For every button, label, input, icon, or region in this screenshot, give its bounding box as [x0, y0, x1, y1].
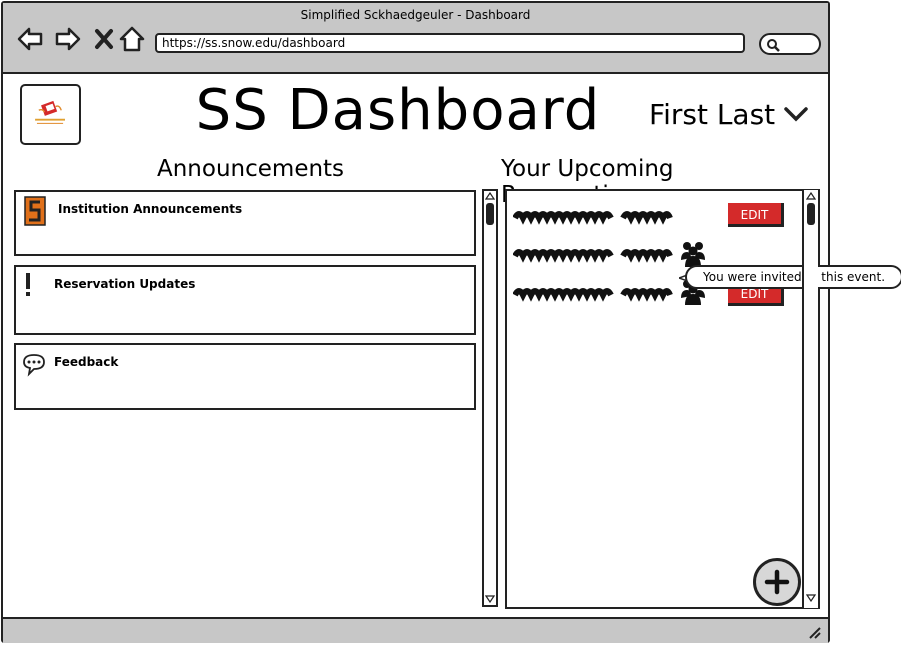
scroll-up-icon[interactable] [806, 192, 816, 200]
window-title: Simplified Sckhaedgeuler - Dashboard [300, 8, 531, 22]
magnifier-icon [766, 37, 780, 52]
home-icon[interactable] [117, 25, 147, 53]
speech-bubble-icon [21, 351, 47, 381]
url-bar[interactable]: https://ss.snow.edu/dashboard [155, 33, 745, 53]
scroll-down-icon[interactable] [485, 595, 495, 603]
announcement-card-reservation-updates[interactable]: Reservation Updates [14, 265, 476, 335]
chevron-down-icon [784, 107, 808, 122]
redacted-text [513, 249, 673, 263]
redacted-text [513, 288, 673, 302]
page-title: SS Dashboard [195, 78, 601, 143]
scroll-down-icon[interactable] [806, 594, 816, 602]
announcement-card-feedback[interactable]: Feedback [14, 343, 476, 410]
card-title: Institution Announcements [58, 202, 243, 216]
browser-statusbar [3, 617, 828, 643]
forward-arrow-icon[interactable] [53, 25, 83, 53]
scroll-up-icon[interactable] [485, 192, 495, 200]
card-title: Feedback [54, 355, 119, 369]
redacted-text [513, 211, 673, 225]
resize-grip-icon[interactable] [806, 624, 822, 640]
add-reservation-button[interactable] [753, 558, 801, 606]
back-arrow-icon[interactable] [15, 25, 45, 53]
announcements-heading: Announcements [157, 156, 345, 182]
browser-search-field[interactable] [759, 33, 821, 55]
stop-icon[interactable] [89, 25, 119, 53]
reservations-scrollbar[interactable] [802, 190, 818, 608]
site-logo[interactable] [20, 84, 81, 145]
announcement-card-institution[interactable]: Institution Announcements [14, 190, 476, 256]
user-name: First Last [649, 97, 776, 131]
invited-people-icon[interactable] [679, 240, 707, 268]
announcements-scrollbar[interactable] [482, 189, 498, 607]
plus-icon [764, 569, 790, 595]
scroll-thumb[interactable] [807, 203, 815, 225]
edit-reservation-button[interactable]: EDIT [728, 203, 784, 227]
exclamation-icon [23, 271, 49, 301]
user-menu[interactable]: First Last [649, 96, 809, 132]
snow-college-s-icon [23, 196, 49, 226]
page-content: SS Dashboard First Last Announcements Yo… [3, 76, 901, 617]
reservation-row[interactable] [513, 206, 733, 226]
browser-chrome: Simplified Sckhaedgeuler - Dashboard htt… [3, 3, 828, 74]
card-title: Reservation Updates [54, 277, 196, 291]
scroll-thumb[interactable] [486, 203, 494, 225]
browser-window: Simplified Sckhaedgeuler - Dashboard htt… [1, 1, 901, 643]
invite-tooltip: You were invited to this event. [685, 265, 901, 289]
